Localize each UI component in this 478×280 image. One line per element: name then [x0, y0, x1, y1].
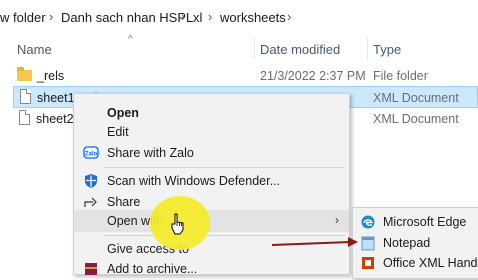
winrar-icon — [85, 263, 97, 275]
menu-item-scan-windows-defender[interactable]: Scan with Windows Defender... — [74, 170, 349, 192]
breadcrumb-item[interactable]: xl — [193, 10, 202, 25]
share-icon — [84, 197, 97, 207]
menu-item-label: Edit — [107, 125, 129, 139]
submenu-item-label: Notepad — [383, 236, 431, 250]
file-date: 21/3/2022 2:37 PM — [260, 69, 366, 83]
chevron-right-icon: › — [335, 213, 339, 227]
submenu-item-office-xml-handler[interactable]: Office XML Handler — [353, 252, 478, 274]
chevron-right-icon[interactable]: › — [181, 9, 185, 24]
windows-defender-icon — [85, 174, 97, 188]
submenu-item-label: Microsoft Edge — [383, 215, 467, 229]
menu-item-label: Scan with Windows Defender... — [107, 174, 280, 188]
column-header-name[interactable]: Name — [17, 42, 52, 57]
address-breadcrumb[interactable]: w folder › Danh sach nhan HSPL › xl › wo… — [0, 0, 478, 34]
column-header-type[interactable]: Type — [373, 42, 401, 57]
breadcrumb-item[interactable]: Danh sach nhan HSPL — [61, 10, 193, 25]
submenu-item-label: Office XML Handler — [383, 256, 478, 270]
office-icon — [362, 257, 374, 269]
sort-ascending-icon: ^ — [128, 34, 133, 45]
menu-item-label: Share with Zalo — [107, 146, 194, 160]
chevron-right-icon[interactable]: › — [287, 9, 291, 24]
menu-item-edit[interactable]: Edit — [74, 121, 349, 143]
menu-item-label: Share — [107, 195, 141, 209]
menu-separator — [104, 167, 345, 168]
menu-item-label: Add to archive... — [107, 262, 198, 276]
zalo-icon: Zalo — [83, 146, 99, 159]
menu-item-label: Open — [107, 106, 139, 120]
annotation-arrow-icon — [271, 237, 358, 247]
file-type: XML Document — [373, 112, 459, 126]
submenu-item-microsoft-edge[interactable]: Microsoft Edge — [353, 211, 478, 233]
column-divider[interactable] — [367, 38, 368, 60]
menu-item-open-with[interactable]: Open with › — [74, 210, 349, 232]
column-divider[interactable] — [254, 38, 255, 60]
xml-file-icon — [20, 89, 31, 104]
folder-icon — [17, 67, 32, 81]
xml-file-icon — [19, 110, 30, 125]
file-type: File folder — [373, 69, 428, 83]
submenu-item-notepad[interactable]: Notepad — [353, 232, 478, 254]
mouse-pointer-icon — [171, 213, 184, 235]
edge-icon — [361, 215, 375, 229]
file-type: XML Document — [373, 91, 459, 105]
file-name: _rels — [37, 69, 65, 83]
notepad-icon — [361, 236, 375, 251]
breadcrumb-item-current[interactable]: worksheets — [220, 10, 286, 25]
file-row[interactable]: _rels 21/3/2022 2:37 PM File folder — [0, 65, 478, 87]
chevron-right-icon[interactable]: › — [49, 9, 53, 24]
breadcrumb-item[interactable]: w folder — [0, 10, 46, 25]
svg-text:Zalo: Zalo — [85, 152, 98, 158]
menu-item-add-to-archive[interactable]: Add to archive... — [74, 258, 349, 280]
menu-item-share-with-zalo[interactable]: Zalo Share with Zalo — [74, 142, 349, 164]
chevron-right-icon[interactable]: › — [208, 9, 212, 24]
column-header-date-modified[interactable]: Date modified — [260, 42, 340, 57]
open-with-submenu[interactable]: Microsoft Edge Notepad Office XML Handle… — [352, 207, 478, 279]
